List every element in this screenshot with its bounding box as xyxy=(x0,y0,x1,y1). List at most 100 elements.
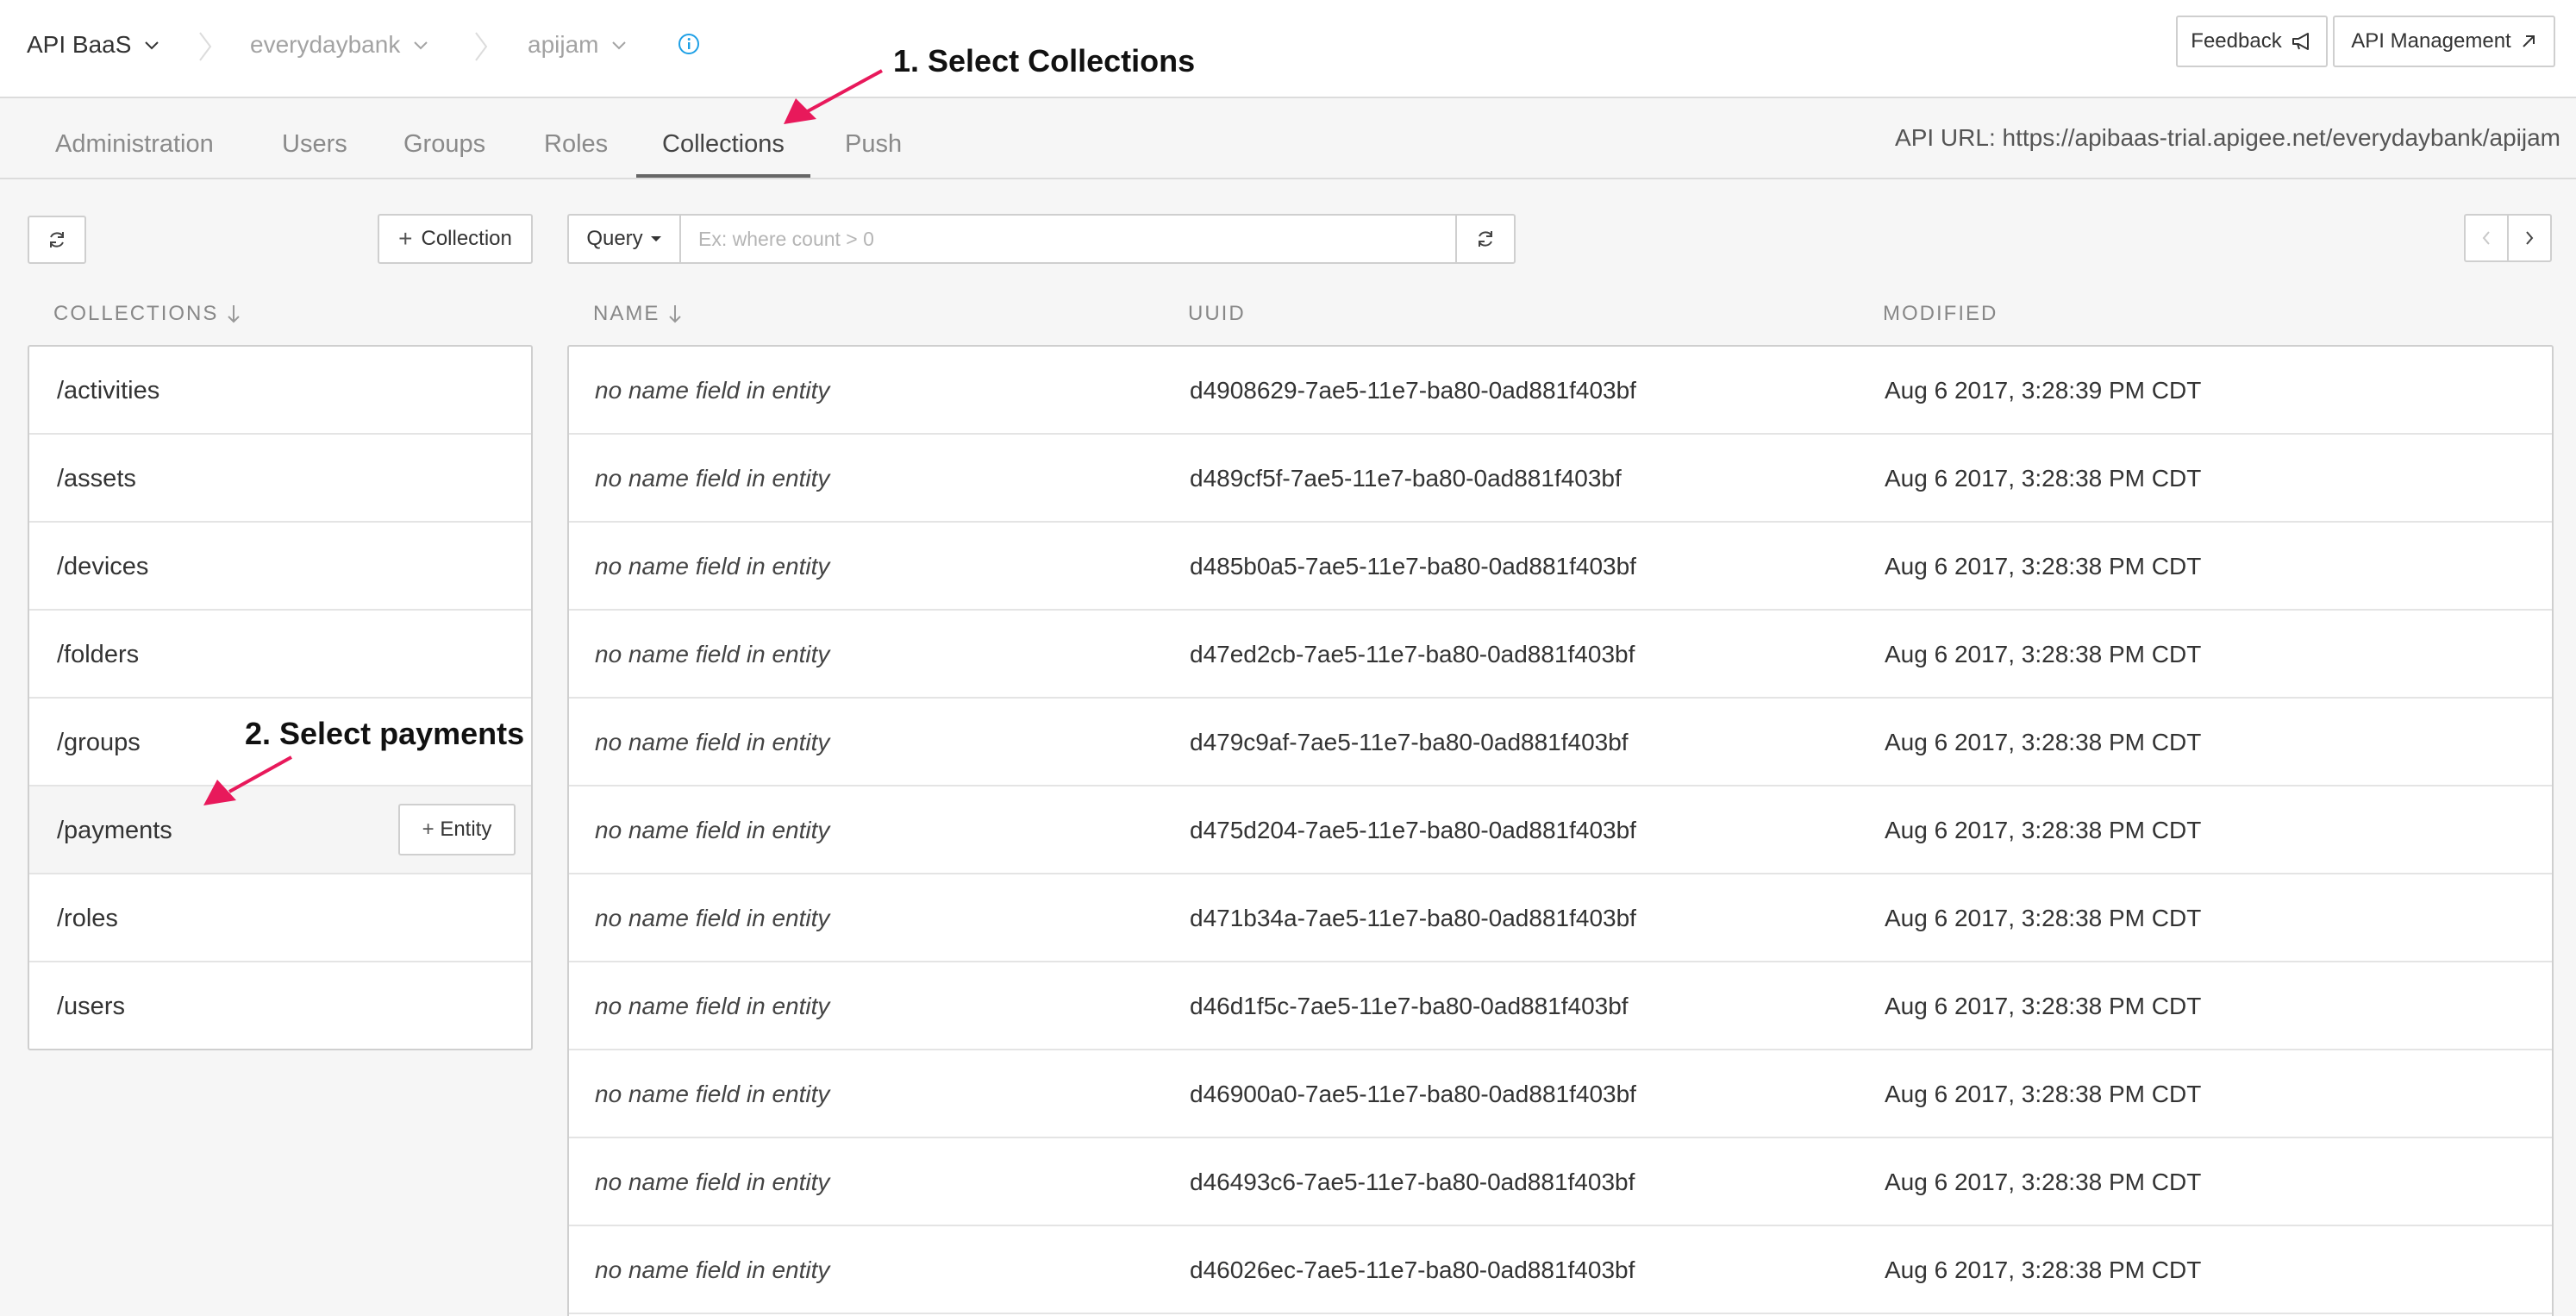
tab-groups[interactable]: Groups xyxy=(378,98,511,178)
annotation-step-1: 1. Select Collections xyxy=(893,43,1196,78)
collection-item-devices[interactable]: /devices xyxy=(29,523,531,611)
org-selector[interactable]: everydaybank xyxy=(250,26,429,64)
add-entity-button[interactable]: + Entity xyxy=(398,804,516,855)
name-column-label: NAME xyxy=(593,302,660,325)
collection-label: /roles xyxy=(57,905,118,932)
cell-modified: Aug 6 2017, 3:28:38 PM CDT xyxy=(1885,905,2202,931)
collections-header-label: COLLECTIONS xyxy=(53,302,219,325)
sort-arrow-down-icon xyxy=(669,305,682,323)
cell-uuid: d46900a0-7ae5-11e7-ba80-0ad881f403bf xyxy=(1190,1081,1636,1107)
query-input[interactable]: Ex: where count > 0 xyxy=(679,214,1457,264)
sort-arrow-down-icon xyxy=(228,305,241,323)
name-column-header[interactable]: NAME xyxy=(593,302,682,326)
cell-modified: Aug 6 2017, 3:28:38 PM CDT xyxy=(1885,553,2202,580)
query-dropdown[interactable]: Query xyxy=(567,214,679,264)
table-row[interactable]: no name field in entity d46d1f5c-7ae5-11e… xyxy=(569,962,2552,1050)
add-collection-button[interactable]: + Collection xyxy=(378,214,533,264)
collections-header[interactable]: COLLECTIONS xyxy=(53,302,241,326)
cell-modified: Aug 6 2017, 3:28:38 PM CDT xyxy=(1885,1081,2202,1107)
run-query-button[interactable] xyxy=(1455,214,1516,264)
breadcrumb-separator-icon xyxy=(199,32,212,61)
table-row[interactable]: no name field in entity d479c9af-7ae5-11e… xyxy=(569,699,2552,786)
breadcrumb-separator-icon xyxy=(475,32,488,61)
cell-uuid: d475d204-7ae5-11e7-ba80-0ad881f403bf xyxy=(1190,817,1636,843)
feedback-label: Feedback xyxy=(2191,29,2282,53)
refresh-collections-button[interactable] xyxy=(28,216,86,264)
cell-uuid: d485b0a5-7ae5-11e7-ba80-0ad881f403bf xyxy=(1190,553,1636,580)
entity-table: no name field in entity d4908629-7ae5-11e… xyxy=(567,345,2554,1316)
info-icon[interactable] xyxy=(678,33,700,55)
table-row[interactable]: no name field in entity d46493c6-7ae5-11e… xyxy=(569,1138,2552,1226)
collection-item-activities[interactable]: /activities xyxy=(29,347,531,435)
uuid-column-header[interactable]: UUID xyxy=(1188,302,1246,326)
cell-name: no name field in entity xyxy=(595,993,830,1019)
previous-page-button[interactable] xyxy=(2464,214,2509,262)
cell-name: no name field in entity xyxy=(595,1081,830,1107)
plus-icon: + xyxy=(398,225,413,252)
cell-modified: Aug 6 2017, 3:28:38 PM CDT xyxy=(1885,817,2202,843)
table-row[interactable]: no name field in entity d471b34a-7ae5-11e… xyxy=(569,874,2552,962)
table-row[interactable]: no name field in entity d489cf5f-7ae5-11e… xyxy=(569,435,2552,523)
modified-column-header[interactable]: MODIFIED xyxy=(1883,302,1998,326)
cell-modified: Aug 6 2017, 3:28:38 PM CDT xyxy=(1885,993,2202,1019)
megaphone-icon xyxy=(2292,33,2309,50)
plus-icon: + xyxy=(422,818,435,841)
tab-users[interactable]: Users xyxy=(256,98,373,178)
annotation-arrow-icon xyxy=(203,755,292,805)
chevron-down-icon xyxy=(612,41,627,50)
cell-modified: Aug 6 2017, 3:28:38 PM CDT xyxy=(1885,641,2202,667)
collections-list: /activities /assets /devices /folders /g… xyxy=(28,345,533,1050)
uuid-column-label: UUID xyxy=(1188,302,1246,325)
tab-roles[interactable]: Roles xyxy=(518,98,634,178)
annotation-step-2: 2. Select payments xyxy=(245,716,525,751)
table-row[interactable]: no name field in entity d475d204-7ae5-11e… xyxy=(569,786,2552,874)
top-bar: API BaaS everydaybank apijam Feedback AP… xyxy=(0,0,2576,98)
org-name: everydaybank xyxy=(250,31,401,58)
annotation-arrow-icon xyxy=(784,69,883,124)
external-link-icon xyxy=(2523,35,2535,47)
tab-bar: Administration Users Groups Roles Collec… xyxy=(0,98,2576,179)
chevron-down-icon xyxy=(145,41,159,50)
cell-uuid: d479c9af-7ae5-11e7-ba80-0ad881f403bf xyxy=(1190,729,1629,755)
feedback-button[interactable]: Feedback xyxy=(2176,16,2328,67)
cell-name: no name field in entity xyxy=(595,1169,830,1195)
collection-item-assets[interactable]: /assets xyxy=(29,435,531,523)
table-row[interactable]: no name field in entity d46026ec-7ae5-11e… xyxy=(569,1226,2552,1314)
refresh-icon xyxy=(50,232,64,248)
add-entity-label: Entity xyxy=(440,818,492,841)
tab-administration[interactable]: Administration xyxy=(29,98,240,178)
cell-name: no name field in entity xyxy=(595,1256,830,1283)
api-management-label: API Management xyxy=(2351,29,2511,53)
cell-uuid: d46026ec-7ae5-11e7-ba80-0ad881f403bf xyxy=(1190,1256,1635,1283)
collection-label: /groups xyxy=(57,729,141,756)
app-name: API BaaS xyxy=(27,31,132,58)
table-row[interactable]: no name field in entity d47ed2cb-7ae5-11e… xyxy=(569,611,2552,699)
cell-modified: Aug 6 2017, 3:28:39 PM CDT xyxy=(1885,377,2202,404)
cell-uuid: d47ed2cb-7ae5-11e7-ba80-0ad881f403bf xyxy=(1190,641,1635,667)
table-row[interactable]: no name field in entity d46900a0-7ae5-11e… xyxy=(569,1050,2552,1138)
api-url: API URL: https://apibaas-trial.apigee.ne… xyxy=(1895,124,2560,151)
collection-label: /assets xyxy=(57,465,136,492)
collection-item-roles[interactable]: /roles xyxy=(29,874,531,962)
chevron-left-icon xyxy=(2482,231,2490,245)
app-instance-selector[interactable]: apijam xyxy=(528,26,628,64)
app-instance-name: apijam xyxy=(528,31,599,58)
app-selector[interactable]: API BaaS xyxy=(27,26,160,64)
collection-label: /activities xyxy=(57,377,160,404)
collection-item-users[interactable]: /users xyxy=(29,962,531,1050)
next-page-button[interactable] xyxy=(2507,214,2552,262)
collection-label: /users xyxy=(57,993,125,1020)
collection-item-folders[interactable]: /folders xyxy=(29,611,531,699)
collection-label: /folders xyxy=(57,641,140,668)
cell-name: no name field in entity xyxy=(595,905,830,931)
cell-name: no name field in entity xyxy=(595,553,830,580)
table-row[interactable]: no name field in entity d4908629-7ae5-11e… xyxy=(569,347,2552,435)
cell-name: no name field in entity xyxy=(595,465,830,492)
api-management-button[interactable]: API Management xyxy=(2333,16,2555,67)
cell-uuid: d4908629-7ae5-11e7-ba80-0ad881f403bf xyxy=(1190,377,1636,404)
cell-modified: Aug 6 2017, 3:28:38 PM CDT xyxy=(1885,465,2202,492)
table-row[interactable]: no name field in entity d485b0a5-7ae5-11e… xyxy=(569,523,2552,611)
modified-column-label: MODIFIED xyxy=(1883,302,1998,325)
add-collection-label: Collection xyxy=(421,227,512,250)
cell-modified: Aug 6 2017, 3:28:38 PM CDT xyxy=(1885,729,2202,755)
